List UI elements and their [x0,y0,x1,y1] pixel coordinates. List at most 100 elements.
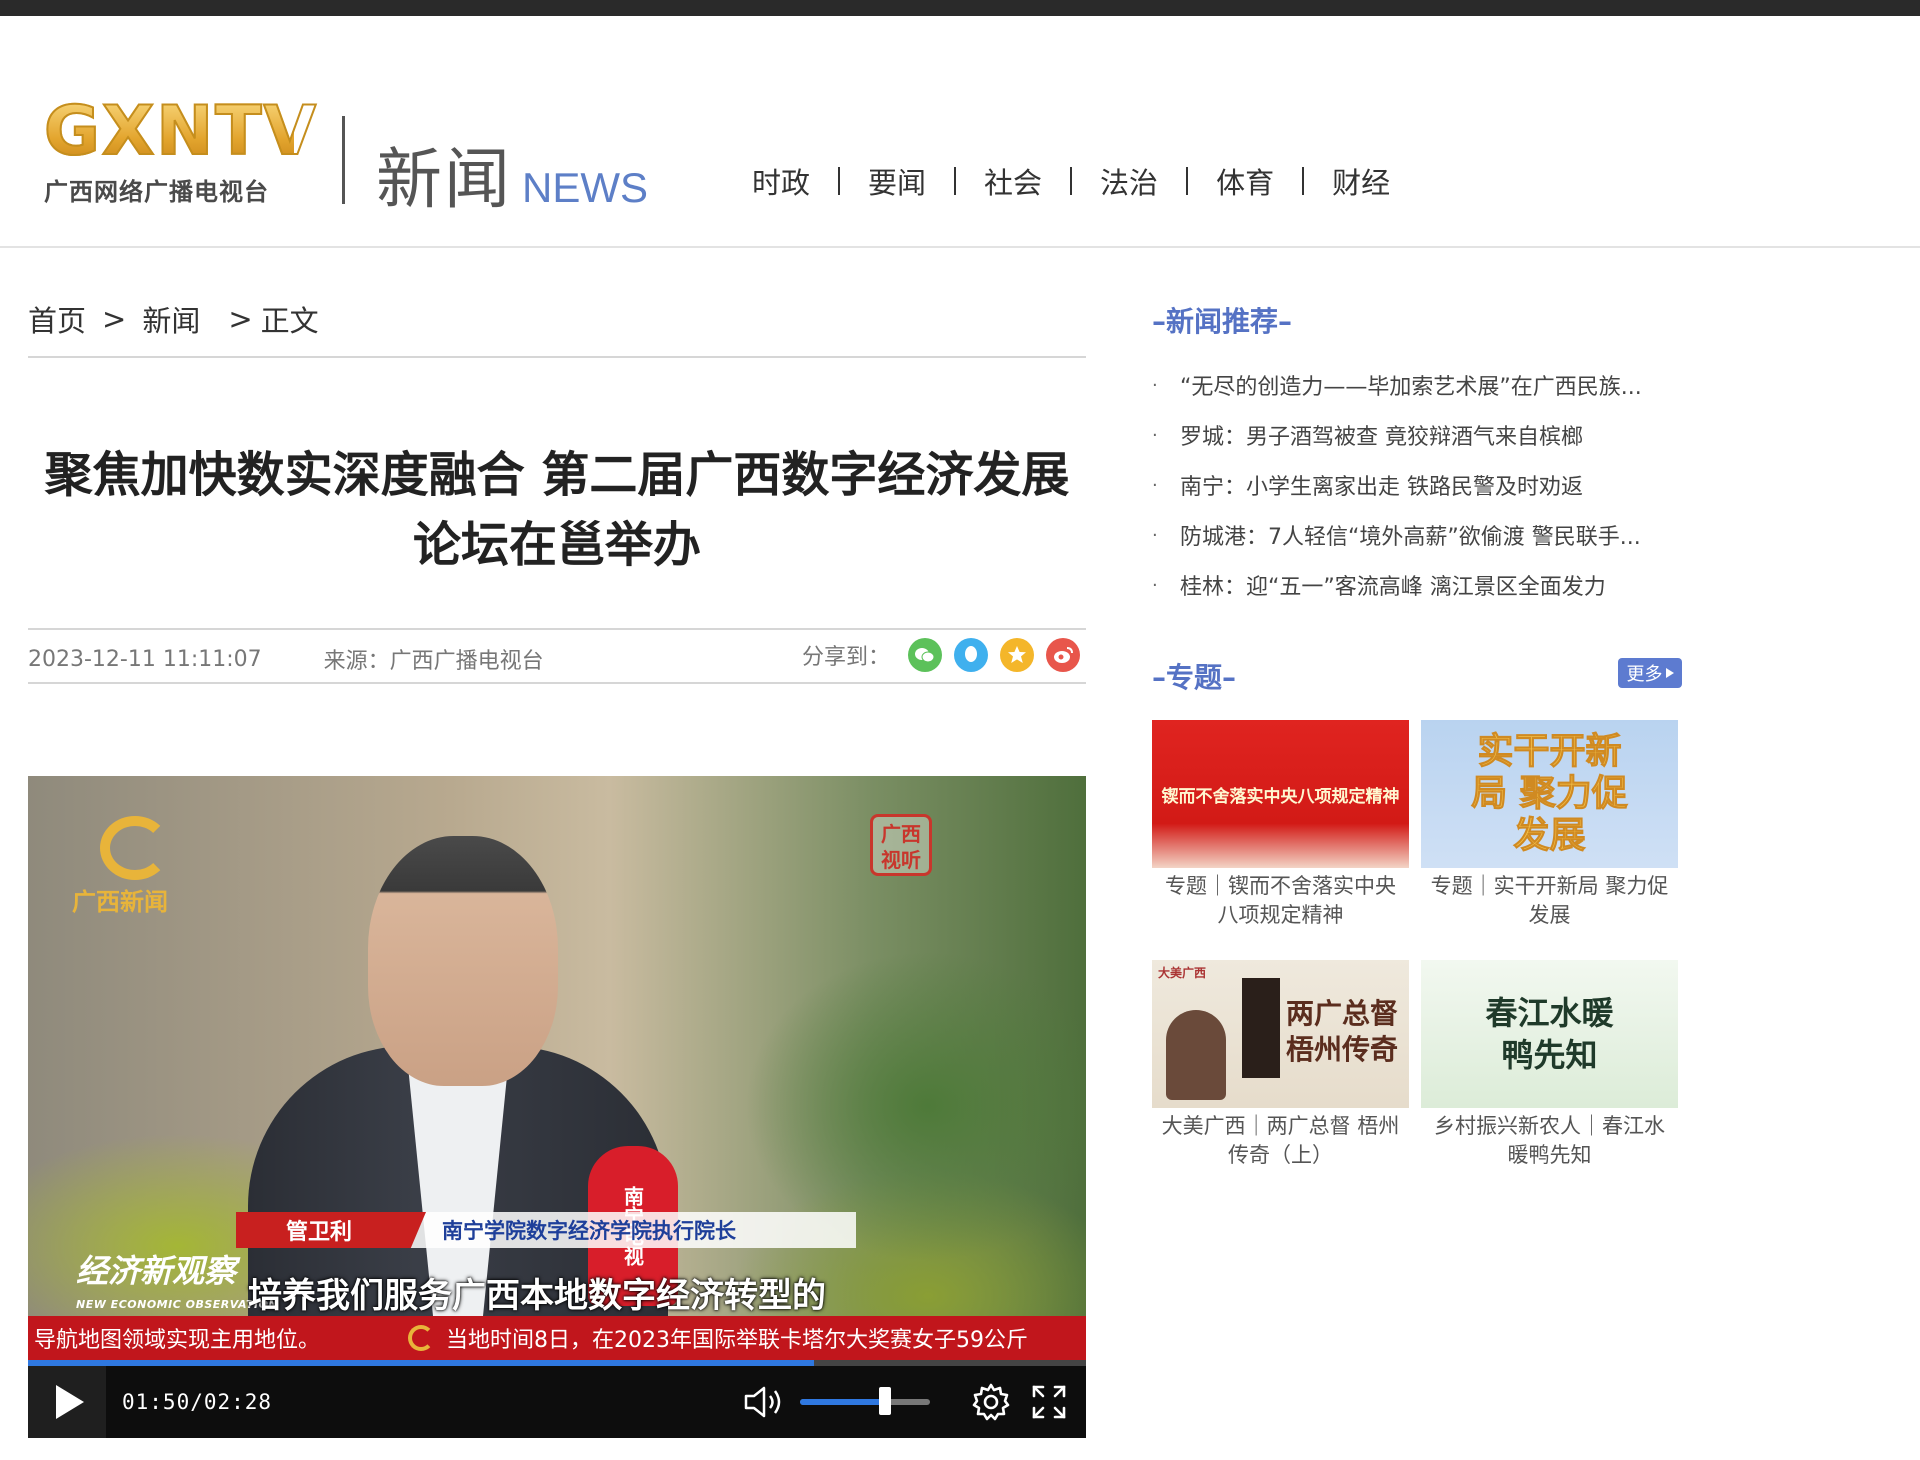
logo-subtitle: 广西网络广播电视台 [44,178,269,206]
topic-card[interactable]: 春江水暖 鸭先知 乡村振兴新农人｜春江水暖鸭先知 [1421,960,1678,1170]
list-bullet: · [1152,524,1158,546]
play-button[interactable] [28,1366,106,1438]
nav-item-finance[interactable]: 财经 [1304,160,1418,202]
topic-thumbnail-text: 锲而不舍落实中央八项规定精神 [1161,786,1400,807]
topic-grid: 锲而不舍落实中央八项规定精神 专题｜锲而不舍落实中央八项规定精神 实干开新局 聚… [1152,720,1684,1170]
recommend-item-text: 南宁：小学生离家出走 铁路民警及时劝返 [1180,475,1583,500]
article-title: 聚焦加快数实深度融合 第二届广西数字经济发展论坛在邕举办 [44,447,1070,573]
main-nav: 时政 要闻 社会 法治 体育 财经 [724,160,1418,202]
breadcrumb: 首页 > 新闻 > 正文 [28,298,319,340]
topic-thumbnail-text: 春江水暖 鸭先知 [1485,994,1614,1074]
topic-caption[interactable]: 大美广西｜两广总督 梧州传奇（上） [1152,1112,1409,1170]
topic-caption[interactable]: 专题｜实干开新局 聚力促发展 [1421,872,1678,930]
breadcrumb-news[interactable]: 新闻 [142,298,200,340]
volume-fill [800,1399,885,1405]
watermark-seal: 广西视听 [870,814,932,876]
weibo-icon[interactable] [1046,638,1080,672]
recommend-item[interactable]: · 桂林：迎“五一”客流高峰 漓江景区全面发力 [1152,560,1684,610]
publish-date: 2023-12-11 11:11:07 [28,646,262,672]
topic-caption[interactable]: 专题｜锲而不舍落实中央八项规定精神 [1152,872,1409,930]
topic-card[interactable]: 实干开新局 聚力促发展 专题｜实干开新局 聚力促发展 [1421,720,1678,930]
site-header: GXNTV 广西网络广播电视台 新闻 NEWS 时政 要闻 社会 法治 体育 财… [0,16,1920,248]
topic-card[interactable]: 锲而不舍落实中央八项规定精神 专题｜锲而不舍落实中央八项规定精神 [1152,720,1409,930]
breadcrumb-current: 正文 [260,304,319,338]
time-display: 01:50/02:28 [122,1390,273,1414]
channel-logo: 广西新闻 [72,816,212,916]
topic-thumbnail-text: 实干开新局 聚力促发展 [1471,731,1629,857]
recommend-item-text: 桂林：迎“五一”客流高峰 漓江景区全面发力 [1180,575,1606,600]
video-frame: 南宁电视 广西新闻 广西视听 管卫利 南宁学院数字经济学院执行院长 经济新观察 … [28,776,1086,1376]
browser-top-strip [0,0,1920,16]
section-title: 新闻 NEWS [376,126,648,222]
topic-caption[interactable]: 乡村振兴新农人｜春江水暖鸭先知 [1421,1112,1678,1170]
nav-item-politics[interactable]: 时政 [724,160,838,202]
article-meta: 2023-12-11 11:11:07 来源：广西广播电视台 分享到： [28,632,1086,686]
nav-item-society[interactable]: 社会 [956,160,1070,202]
recommend-item[interactable]: · 罗城：男子酒驾被查 竟狡辩酒气来自槟榔 [1152,410,1684,460]
section-title-zh: 新闻 [376,141,512,218]
news-ticker: 导航地图领域实现主用地位。 当地时间8日，在2023年国际举联卡塔尔大奖赛女子5… [28,1316,1086,1360]
nav-item-law[interactable]: 法治 [1072,160,1186,202]
logo-mark: GXNTV [43,92,319,171]
topic-thumbnail-text: 两广总督 梧州传奇 [1285,997,1398,1066]
video-subtitle: 培养我们服务广西本地数字经济转型的 [248,1276,826,1316]
nav-item-sports[interactable]: 体育 [1188,160,1302,202]
interviewee-head [368,836,558,1086]
wechat-icon[interactable] [908,638,942,672]
ticker-logo-icon [408,1325,434,1351]
lower-third: 管卫利 南宁学院数字经济学院执行院长 [236,1212,856,1248]
recommend-item-text: 防城港：7人轻信“境外高薪”欲偷渡 警民联手... [1180,525,1641,550]
topic-thumbnail[interactable]: 实干开新局 聚力促发展 [1421,720,1678,868]
video-controls: 01:50/02:28 [28,1366,1086,1438]
volume-icon[interactable] [742,1382,788,1422]
list-bullet: · [1152,374,1158,396]
gxntv-logo[interactable]: GXNTV 广西网络广播电视台 [43,92,319,216]
recommend-item-text: 罗城：男子酒驾被查 竟狡辩酒气来自槟榔 [1180,425,1583,450]
interviewee-role: 南宁学院数字经济学院执行院长 [442,1219,736,1243]
controls-right [742,1366,1070,1438]
nav-item-headlines[interactable]: 要闻 [840,160,954,202]
ticker-text-right: 当地时间8日，在2023年国际举联卡塔尔大奖赛女子59公斤 [446,1328,1028,1353]
volume-knob[interactable] [878,1387,891,1415]
list-bullet: · [1152,574,1158,596]
recommend-item[interactable]: · 防城港：7人轻信“境外高薪”欲偷渡 警民联手... [1152,510,1684,560]
breadcrumb-separator: > [228,302,253,336]
header-divider [342,116,345,204]
topic-thumbnail[interactable]: 大美广西 两广总督 梧州传奇 [1152,960,1409,1108]
video-player[interactable]: 南宁电视 广西新闻 广西视听 管卫利 南宁学院数字经济学院执行院长 经济新观察 … [28,776,1086,1438]
list-bullet: · [1152,474,1158,496]
volume-slider[interactable] [800,1387,930,1415]
share-label: 分享到： [801,645,890,670]
recommend-item[interactable]: · 南宁：小学生离家出走 铁路民警及时劝返 [1152,460,1684,510]
meta-divider-top [28,628,1086,630]
settings-gear-icon[interactable] [970,1381,1012,1423]
play-triangle-icon [1665,668,1674,678]
more-button[interactable]: 更多 [1618,658,1682,688]
recommend-item-text: “无尽的创造力——毕加索艺术展”在广西民族... [1180,375,1642,400]
topic-thumbnail[interactable]: 春江水暖 鸭先知 [1421,960,1678,1108]
recommend-list: · “无尽的创造力——毕加索艺术展”在广西民族... · 罗城：男子酒驾被查 竟狡辩… [1152,360,1684,610]
topic-section-title: –专题– [1152,661,1237,694]
breadcrumb-separator: > [102,302,127,336]
program-name: 经济新观察 [76,1252,237,1290]
book-illustration [1242,978,1280,1078]
breadcrumb-divider [28,356,1086,358]
channel-logo-icon [100,816,170,880]
fullscreen-icon[interactable] [1028,1381,1070,1423]
topic-thumbnail[interactable]: 锲而不舍落实中央八项规定精神 [1152,720,1409,868]
meta-divider-bottom [28,682,1086,684]
qzone-icon[interactable] [1000,638,1034,672]
recommend-item[interactable]: · “无尽的创造力——毕加索艺术展”在广西民族... [1152,360,1684,410]
more-button-label: 更多 [1626,664,1663,685]
article-source: 来源：广西广播电视台 [323,649,544,674]
section-title-en: NEWS [522,164,648,211]
qq-icon[interactable] [954,638,988,672]
share-bar: 分享到： [802,638,1080,672]
breadcrumb-home[interactable]: 首页 [28,298,86,340]
topic-card[interactable]: 大美广西 两广总督 梧州传奇 大美广西｜两广总督 梧州传奇（上） [1152,960,1409,1170]
channel-logo-text: 广西新闻 [72,888,168,916]
list-bullet: · [1152,424,1158,446]
recommend-section-title: –新闻推荐– [1152,305,1293,338]
topic-badge: 大美广西 [1158,966,1207,980]
ticker-text-left: 导航地图领域实现主用地位。 [34,1328,321,1353]
